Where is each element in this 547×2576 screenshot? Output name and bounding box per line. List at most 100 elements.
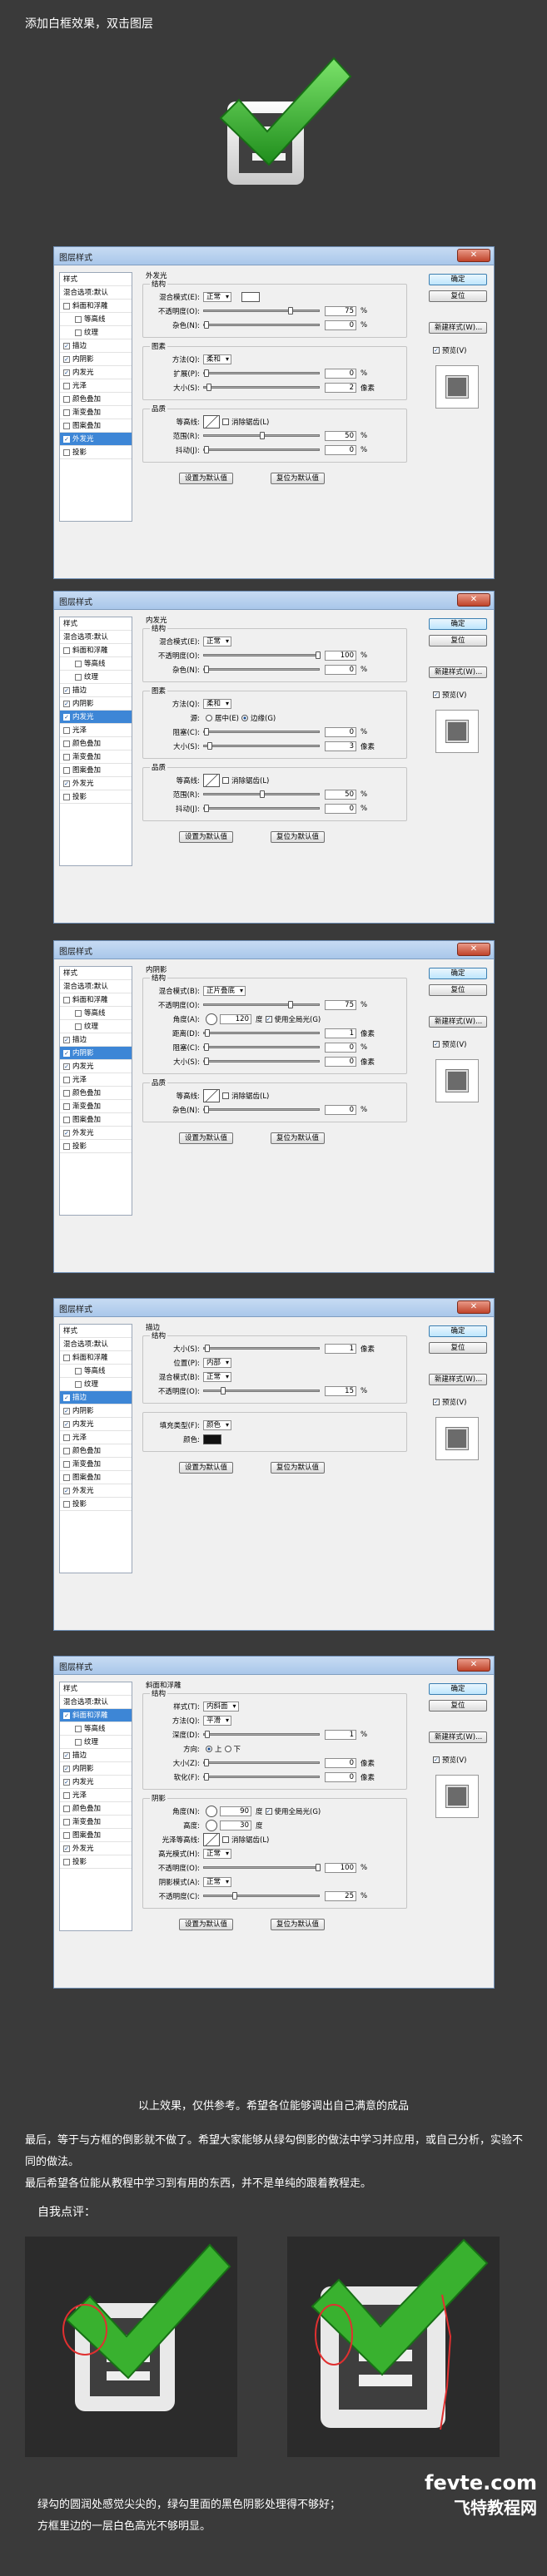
reset-button[interactable]: 复位 [429, 1342, 487, 1354]
value-input[interactable]: 1 [325, 1343, 356, 1354]
style-item[interactable]: ✓ 内发光 [60, 366, 132, 379]
style-item[interactable]: 等高线 [60, 313, 132, 326]
dropdown[interactable]: 柔和 [203, 698, 232, 709]
style-item[interactable]: ✓ 内阴影 [60, 697, 132, 711]
style-item[interactable]: ✓ 内阴影 [60, 1762, 132, 1776]
value-input[interactable]: 0 [325, 1771, 356, 1782]
checkbox-icon[interactable] [63, 726, 70, 734]
slider-knob[interactable] [316, 1864, 321, 1871]
reset-button[interactable]: 复位 [429, 1700, 487, 1712]
checkbox-icon[interactable] [63, 646, 70, 654]
blend-options-item[interactable]: 混合选项:默认 [60, 631, 132, 644]
checkbox-icon[interactable]: ✓ [63, 1751, 70, 1759]
preview-checkbox[interactable]: ✓ 预览(V) [430, 345, 466, 355]
reset-button[interactable]: 复位 [429, 635, 487, 646]
new-style-button[interactable]: 新建样式(W)... [429, 322, 487, 334]
slider-knob[interactable] [204, 1106, 209, 1113]
reset-default-button[interactable]: 复位为默认值 [271, 831, 326, 843]
preview-checkbox[interactable]: ✓ 预览(V) [430, 690, 466, 700]
checkbox-icon[interactable]: ✓ [433, 691, 440, 698]
dropdown[interactable]: 正常 [203, 1371, 232, 1382]
style-item[interactable]: 等高线 [60, 1365, 132, 1378]
slider[interactable] [203, 307, 320, 315]
reset-button[interactable]: 复位 [429, 290, 487, 302]
preview-checkbox[interactable]: ✓ 预览(V) [430, 1039, 466, 1049]
dropdown[interactable]: 内部 [203, 1357, 232, 1368]
slider[interactable] [203, 790, 320, 798]
checkbox-icon[interactable] [222, 1835, 229, 1843]
checkbox-icon[interactable]: ✓ [265, 1807, 272, 1815]
style-item[interactable]: ✓ 内发光 [60, 711, 132, 724]
close-icon[interactable]: ✕ [457, 593, 490, 607]
checkbox-icon[interactable] [75, 1725, 82, 1732]
style-item[interactable]: 渐变叠加 [60, 751, 132, 764]
dropdown[interactable]: 柔和 [203, 354, 232, 364]
close-icon[interactable]: ✕ [457, 1658, 490, 1672]
checkbox-icon[interactable] [63, 382, 70, 389]
style-item[interactable]: 图案叠加 [60, 764, 132, 777]
checkbox-icon[interactable] [63, 1831, 70, 1839]
checkbox-icon[interactable]: ✓ [63, 342, 70, 349]
contour-picker[interactable] [203, 1832, 220, 1846]
value-input[interactable]: 100 [325, 1862, 356, 1873]
set-default-button[interactable]: 设置为默认值 [179, 473, 234, 484]
style-item[interactable]: 斜面和浮雕 [60, 1351, 132, 1365]
value-input[interactable]: 50 [325, 789, 356, 800]
angle-input[interactable]: 90 [220, 1806, 251, 1816]
style-item[interactable]: 光泽 [60, 724, 132, 737]
value-input[interactable]: 0 [325, 726, 356, 737]
style-item[interactable]: 颜色叠加 [60, 1802, 132, 1816]
slider-knob[interactable] [316, 651, 321, 659]
slider-knob[interactable] [204, 728, 209, 736]
style-item[interactable]: ✓ 内阴影 [60, 353, 132, 366]
styles-header[interactable]: 样式 [60, 617, 132, 631]
reset-default-button[interactable]: 复位为默认值 [271, 1462, 326, 1474]
styles-header[interactable]: 样式 [60, 273, 132, 286]
checkbox-icon[interactable] [75, 1367, 82, 1375]
preview-checkbox[interactable]: ✓ 预览(V) [430, 1755, 466, 1765]
checkbox-icon[interactable] [63, 1791, 70, 1799]
checkbox-icon[interactable]: ✓ [63, 369, 70, 376]
checkbox-icon[interactable] [63, 1089, 70, 1097]
checkbox-icon[interactable] [75, 673, 82, 681]
style-item[interactable]: 颜色叠加 [60, 737, 132, 751]
slider[interactable] [203, 1043, 320, 1051]
checkbox-icon[interactable] [75, 1009, 82, 1017]
value-input[interactable]: 0 [325, 320, 356, 330]
style-item[interactable]: 光泽 [60, 1789, 132, 1802]
checkbox-icon[interactable]: ✓ [63, 1420, 70, 1428]
ok-button[interactable]: 确定 [429, 1683, 487, 1695]
style-item[interactable]: ✓ 外发光 [60, 1127, 132, 1140]
checkbox-icon[interactable] [63, 766, 70, 774]
checkbox-icon[interactable]: ✓ [63, 1765, 70, 1772]
slider-knob[interactable] [260, 432, 265, 439]
style-item[interactable]: 纹理 [60, 1736, 132, 1749]
contour-picker[interactable] [203, 1088, 220, 1102]
style-item[interactable]: ✓ 描边 [60, 684, 132, 697]
checkbox-icon[interactable] [75, 1738, 82, 1746]
slider[interactable] [203, 651, 321, 659]
style-item[interactable]: ✓ 内发光 [60, 1418, 132, 1431]
checkbox-icon[interactable]: ✓ [63, 1063, 70, 1070]
style-item[interactable]: 纹理 [60, 326, 132, 339]
value-input[interactable]: 100 [325, 650, 356, 661]
angle-dial[interactable] [206, 1819, 217, 1831]
set-default-button[interactable]: 设置为默认值 [179, 1919, 234, 1930]
slider-knob[interactable] [231, 1892, 237, 1900]
style-item[interactable]: ✓ 外发光 [60, 1842, 132, 1855]
checkbox-icon[interactable] [63, 793, 70, 800]
style-item[interactable]: 斜面和浮雕 [60, 300, 132, 313]
style-item[interactable]: 等高线 [60, 1722, 132, 1736]
radio-button[interactable] [206, 714, 212, 721]
value-input[interactable]: 1 [325, 1028, 356, 1038]
checkbox-icon[interactable] [75, 329, 82, 336]
color-swatch[interactable] [241, 291, 261, 302]
slider-knob[interactable] [204, 1058, 209, 1065]
set-default-button[interactable]: 设置为默认值 [179, 1132, 234, 1144]
checkbox-icon[interactable] [75, 315, 82, 323]
contour-picker[interactable] [203, 414, 220, 429]
value-input[interactable]: 1 [325, 1729, 356, 1740]
checkbox-icon[interactable] [63, 395, 70, 403]
dropdown[interactable]: 正常 [203, 1876, 232, 1887]
style-item[interactable]: ✓ 描边 [60, 1749, 132, 1762]
